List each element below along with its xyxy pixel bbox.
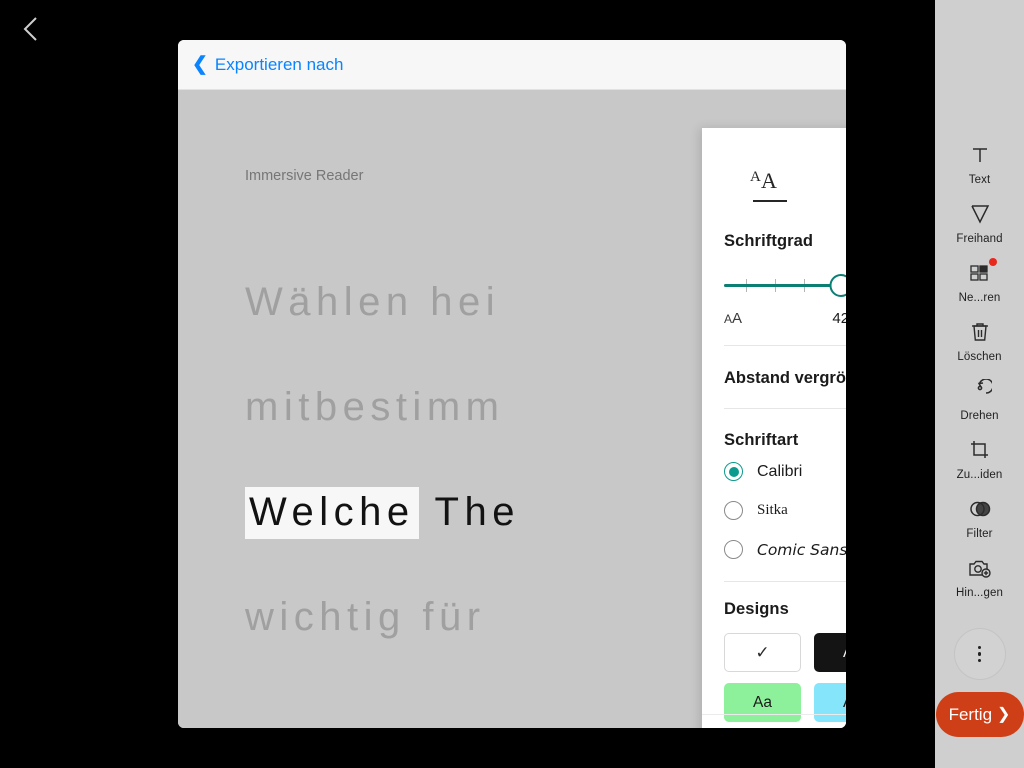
add-photo-icon	[967, 553, 993, 583]
panel-tab-strip: A A	[702, 156, 846, 204]
font-option-label: Sitka	[757, 502, 788, 518]
font-family-section: Schriftart Calibri Sitka Comic Sans	[724, 431, 846, 567]
radio-icon	[724, 501, 743, 520]
designs-section: Designs ✓ Aa Aa Aa Aa	[724, 600, 846, 722]
font-family-title: Schriftart	[724, 431, 799, 449]
text-size-icon: A A	[750, 168, 777, 193]
svg-text:A: A	[750, 169, 761, 185]
font-size-min-label: AA	[724, 310, 743, 327]
tool-label: Ne...ren	[958, 292, 1001, 304]
design-swatch-label: Aa	[843, 644, 846, 662]
divider	[724, 408, 846, 409]
done-label: Fertig	[948, 704, 993, 724]
chevron-right-icon: ❯	[997, 705, 1011, 723]
designs-title: Designs	[724, 600, 789, 618]
chevron-left-icon: ❮	[192, 54, 208, 75]
tool-filter[interactable]: Filter	[935, 494, 1024, 553]
designs-grid: ✓ Aa Aa Aa Aa Aa	[724, 633, 846, 722]
tool-zuschneiden[interactable]: Zu...iden	[935, 435, 1024, 494]
reader-text-line-active: Welche The	[245, 487, 520, 539]
reader-document-title: Immersive Reader	[245, 168, 364, 184]
tool-label: Filter	[966, 528, 993, 540]
tool-label: Text	[968, 174, 991, 186]
export-back-button[interactable]: ❮ Exportieren nach	[192, 55, 343, 75]
svg-text:A: A	[761, 168, 777, 193]
font-size-slider[interactable]	[724, 271, 846, 301]
editor-titlebar: ❮ Exportieren nach	[178, 40, 846, 90]
tab-text-options[interactable]: A A	[737, 156, 803, 204]
radio-icon	[724, 462, 743, 481]
reorder-icon	[968, 258, 997, 288]
slider-thumb[interactable]	[829, 274, 846, 297]
radio-icon	[724, 540, 743, 559]
pen-tool-icon	[969, 199, 991, 229]
tool-label: Hin...gen	[956, 587, 1003, 599]
filter-icon	[968, 494, 992, 524]
design-swatch-dark[interactable]: Aa	[814, 633, 846, 672]
slider-fill	[724, 284, 841, 287]
panel-body: Schriftgrad AA 42 AA Abstand	[702, 224, 846, 722]
tool-rail: Text Freihand Ne...ren Löschen Drehen Zu…	[935, 0, 1024, 768]
tool-label: Löschen	[957, 351, 1002, 363]
check-icon: ✓	[755, 642, 770, 662]
design-swatch-label: Aa	[753, 693, 772, 711]
more-vertical-icon-dot	[977, 658, 982, 663]
font-size-value: 42	[832, 310, 846, 327]
spacing-row[interactable]: Abstand vergrößern	[724, 366, 846, 390]
more-vertical-icon-dot	[977, 652, 982, 656]
crop-icon	[968, 435, 992, 465]
export-back-label: Exportieren nach	[214, 54, 344, 74]
font-size-legend: AA 42 AA	[724, 305, 846, 327]
spacing-label: Abstand vergrößern	[724, 368, 846, 387]
reader-highlighted-word: Welche	[245, 487, 419, 539]
divider	[724, 581, 846, 582]
chevron-left-icon	[23, 17, 37, 41]
tool-freihand[interactable]: Freihand	[935, 199, 1024, 258]
editor-window: ❮ Exportieren nach Immersive Reader Wähl…	[178, 40, 846, 728]
font-option-calibri[interactable]: Calibri	[724, 454, 846, 489]
font-size-section: Schriftgrad AA 42 AA	[724, 232, 846, 327]
font-option-comic-sans[interactable]: Comic Sans	[724, 532, 846, 567]
panel-footer: Microsoft Impressum ?	[702, 714, 846, 728]
design-swatch-default[interactable]: ✓	[724, 633, 801, 672]
tool-neu-ordnen[interactable]: Ne...ren	[935, 258, 1024, 317]
tool-label: Freihand	[956, 233, 1003, 245]
more-vertical-icon-dot	[977, 645, 982, 650]
rotate-icon	[968, 376, 992, 406]
design-swatch-label: Aa	[843, 694, 846, 712]
reader-settings-panel: ✕ A A	[702, 128, 846, 728]
font-option-sitka[interactable]: Sitka	[724, 493, 846, 528]
tool-text[interactable]: Text	[935, 140, 1024, 199]
tool-label: Drehen	[960, 410, 999, 422]
reader-text-line: mitbestimm	[245, 385, 505, 429]
tool-hinzufuegen[interactable]: Hin...gen	[935, 553, 1024, 612]
reader-text-line: Wählen hei	[245, 280, 501, 324]
done-button[interactable]: Fertig ❯	[935, 692, 1024, 737]
tool-drehen[interactable]: Drehen	[935, 376, 1024, 435]
app-back-button[interactable]	[14, 12, 48, 46]
more-options-button[interactable]	[953, 628, 1006, 680]
text-tool-icon	[969, 140, 991, 170]
divider	[724, 345, 846, 346]
font-option-label: Calibri	[757, 462, 803, 480]
notification-badge	[988, 258, 997, 266]
font-size-title: Schriftgrad	[724, 232, 814, 250]
font-option-label: Comic Sans	[757, 540, 846, 559]
reader-text-line: wichtig für	[245, 595, 486, 639]
reader-line-remainder: The	[418, 490, 520, 534]
tool-loeschen[interactable]: Löschen	[935, 317, 1024, 376]
tab-grammar-options[interactable]	[830, 156, 846, 204]
trash-icon	[969, 317, 991, 347]
tool-label: Zu...iden	[956, 469, 1003, 481]
grammar-wand-icon	[843, 164, 846, 196]
